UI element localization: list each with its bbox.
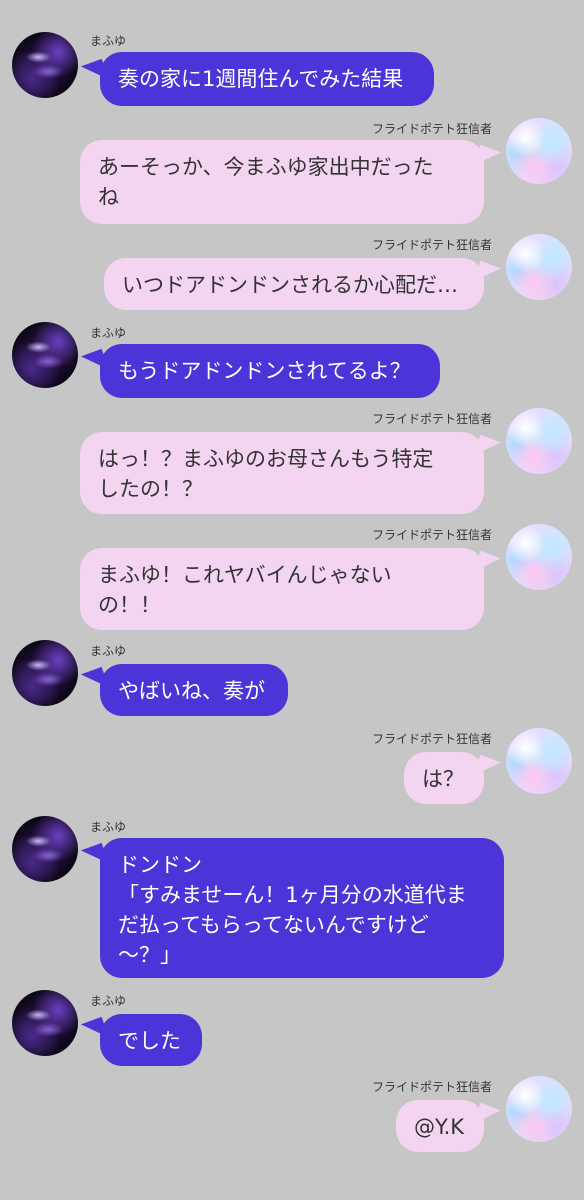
sender-name: フライドポテト狂信者	[371, 1080, 492, 1094]
message-row-6: フライドポテト狂信者 まふゆ！これヤバイんじゃない の！！	[0, 524, 584, 634]
sender-name: フライドポテト狂信者	[371, 528, 492, 542]
mafuyu-avatar[interactable]	[12, 640, 78, 706]
fries-avatar[interactable]	[506, 234, 572, 300]
sender-name: フライドポテト狂信者	[371, 238, 492, 252]
message-row-9: まふゆ ドンドン 「すみませーん！1ヶ月分の水道代ま だ払ってもらってないんです…	[0, 816, 584, 982]
fries-avatar[interactable]	[506, 728, 572, 794]
mafuyu-avatar[interactable]	[12, 990, 78, 1056]
sender-name: フライドポテト狂信者	[371, 732, 492, 746]
mafuyu-avatar[interactable]	[12, 816, 78, 882]
message-row-10: まふゆ でした	[0, 990, 584, 1070]
message-row-5: フライドポテト狂信者 はっ！？まふゆのお母さんもう特定 したの！？	[0, 408, 584, 518]
sender-name: フライドポテト狂信者	[371, 412, 492, 426]
message-bubble[interactable]: @Y.K	[396, 1100, 484, 1152]
message-bubble[interactable]: でした	[100, 1014, 202, 1066]
message-row-8: フライドポテト狂信者 は？	[0, 728, 584, 808]
message-bubble[interactable]: ドンドン 「すみませーん！1ヶ月分の水道代ま だ払ってもらってないんですけど ～…	[100, 838, 504, 978]
message-bubble[interactable]: あーそっか、今まふゆ家出中だった ね	[80, 140, 484, 224]
message-bubble[interactable]: は？	[404, 752, 484, 804]
message-bubble[interactable]: はっ！？まふゆのお母さんもう特定 したの！？	[80, 432, 484, 514]
sender-name: まふゆ	[90, 644, 127, 658]
sender-name: まふゆ	[90, 994, 127, 1008]
message-bubble[interactable]: やばいね、奏が	[100, 664, 288, 716]
fries-avatar[interactable]	[506, 524, 572, 590]
mafuyu-avatar[interactable]	[12, 32, 78, 98]
message-bubble[interactable]: もうドアドンドンされてるよ？	[100, 344, 440, 398]
sender-name: フライドポテト狂信者	[371, 122, 492, 136]
message-bubble[interactable]: 奏の家に1週間住んでみた結果	[100, 52, 434, 106]
message-row-7: まふゆ やばいね、奏が	[0, 640, 584, 720]
fries-avatar[interactable]	[506, 408, 572, 474]
fries-avatar[interactable]	[506, 1076, 572, 1142]
mafuyu-avatar[interactable]	[12, 322, 78, 388]
sender-name: まふゆ	[90, 326, 127, 340]
message-bubble[interactable]: まふゆ！これヤバイんじゃない の！！	[80, 548, 484, 630]
message-row-11: フライドポテト狂信者 @Y.K	[0, 1076, 584, 1156]
message-bubble[interactable]: いつドアドンドンされるか心配だ…	[104, 258, 484, 310]
sender-name: まふゆ	[90, 820, 127, 834]
sender-name: まふゆ	[90, 34, 127, 48]
fries-avatar[interactable]	[506, 118, 572, 184]
message-row-4: まふゆ もうドアドンドンされてるよ？	[0, 322, 584, 402]
message-row-2: フライドポテト狂信者 あーそっか、今まふゆ家出中だった ね	[0, 118, 584, 228]
message-row-3: フライドポテト狂信者 いつドアドンドンされるか心配だ…	[0, 234, 584, 314]
message-row-1: まふゆ 奏の家に1週間住んでみた結果	[0, 32, 584, 112]
